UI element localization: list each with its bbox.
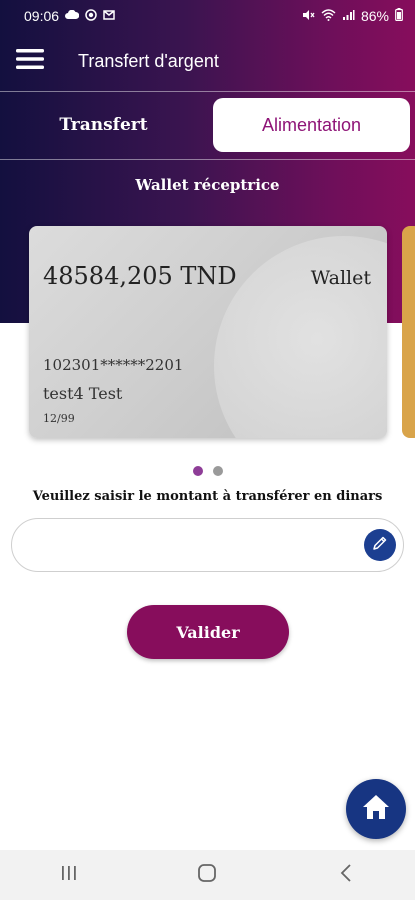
amount-prompt: Veuillez saisir le montant à transférer … (32, 489, 383, 504)
hamburger-menu-icon (16, 48, 44, 75)
amount-field (11, 518, 404, 572)
card-expiry: 12/99 (43, 412, 75, 425)
app-bar: Transfert d'argent (0, 32, 415, 90)
battery-icon (395, 8, 403, 24)
recent-apps-icon (60, 865, 78, 886)
page-title: Transfert d'argent (78, 50, 219, 71)
recent-apps-button[interactable] (39, 855, 99, 895)
status-bar: 09:06 86% (0, 0, 415, 32)
card-balance: 48584,205 TND (43, 262, 237, 290)
back-nav-button[interactable] (316, 855, 376, 895)
status-time: 09:06 (24, 8, 60, 24)
battery-percentage: 86% (360, 8, 389, 24)
tabs-divider (0, 159, 415, 160)
pager-dot-1[interactable] (192, 466, 203, 476)
home-nav-button[interactable] (177, 855, 237, 895)
tab-alimentation[interactable]: Alimentation (213, 98, 410, 152)
validate-button[interactable]: Valider (127, 605, 289, 659)
pager-dot-2[interactable] (212, 466, 223, 476)
menu-button[interactable] (0, 32, 60, 90)
pencil-icon (372, 535, 388, 556)
mute-icon (302, 9, 315, 24)
cloud-icon (65, 9, 80, 23)
home-icon (362, 794, 390, 825)
card-number: 102301******2201 (43, 356, 184, 374)
next-card-peek[interactable] (402, 226, 415, 438)
mail-icon (103, 9, 115, 23)
home-button[interactable] (346, 779, 406, 839)
edit-button[interactable] (364, 529, 396, 561)
section-label: Wallet réceptrice (135, 176, 280, 194)
signal-icon (342, 9, 355, 24)
wallet-card[interactable]: 48584,205 TND Wallet 102301******2201 te… (29, 226, 387, 438)
tab-transfert[interactable]: Transfert (0, 98, 207, 152)
card-pager (0, 466, 415, 476)
record-icon (85, 8, 97, 24)
back-icon (340, 863, 352, 887)
wifi-icon (321, 8, 336, 24)
card-type: Wallet (310, 267, 371, 289)
home-nav-icon (197, 863, 217, 888)
amount-input[interactable] (32, 519, 362, 571)
card-holder: test4 Test (43, 384, 123, 403)
system-nav-bar (0, 850, 415, 900)
transfer-tabs: Transfert Alimentation (0, 92, 415, 158)
